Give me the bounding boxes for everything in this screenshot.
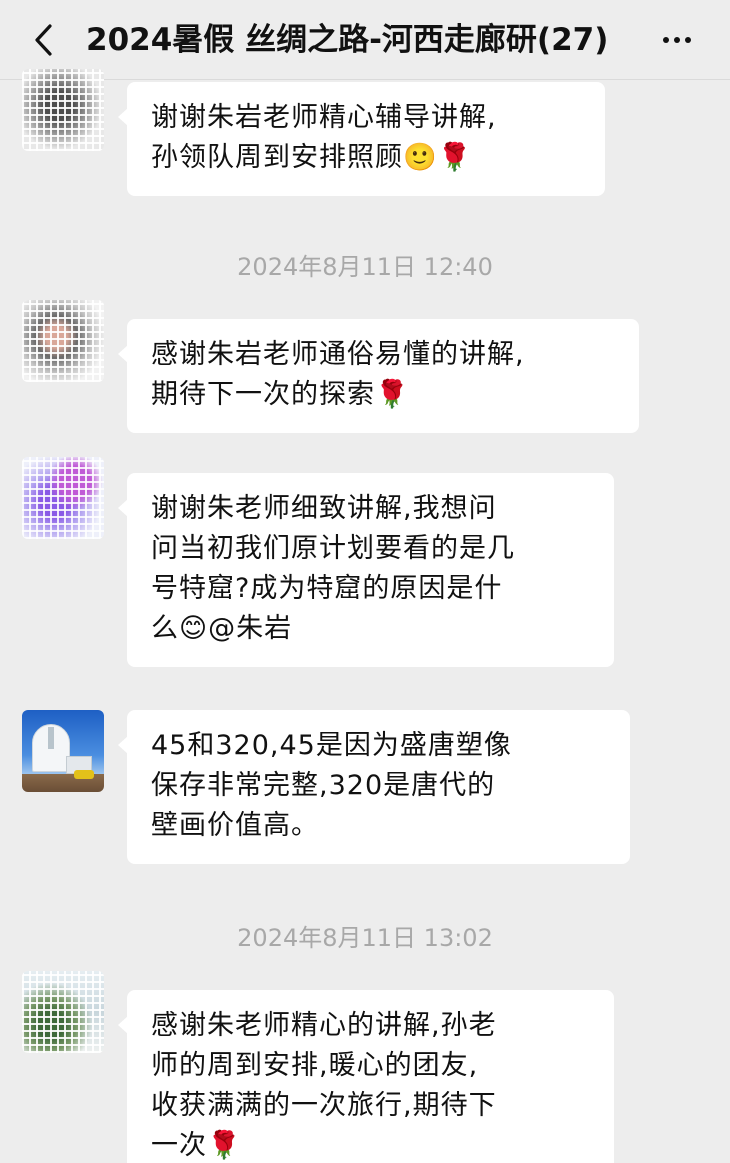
message-list[interactable]: 谢谢朱岩老师精心辅导讲解, 孙领队周到安排照顾🙂🌹 2024年8月11日 12:… xyxy=(0,69,730,1163)
blurred-avatar-image xyxy=(22,300,104,382)
message-timestamp: 2024年8月11日 13:02 xyxy=(237,924,493,952)
avatar[interactable] xyxy=(22,69,104,151)
avatar[interactable] xyxy=(22,300,104,382)
more-button[interactable] xyxy=(652,22,702,58)
message-bubble[interactable]: 感谢朱老师精心的讲解,孙老 师的周到安排,暖心的团友, 收获满满的一次旅行,期待… xyxy=(118,990,614,1163)
avatar[interactable] xyxy=(22,710,104,792)
blurred-avatar-image xyxy=(22,971,104,1053)
chat-header: 2024暑假 丝绸之路-河西走廊研(27) xyxy=(0,0,730,80)
message-bubble[interactable]: 谢谢朱老师细致讲解,我想问 问当初我们原计划要看的是几 号特窟?成为特窟的原因是… xyxy=(118,473,614,667)
blurred-avatar-image xyxy=(22,457,104,539)
message-timestamp: 2024年8月11日 12:40 xyxy=(237,253,493,281)
observatory-avatar-image xyxy=(22,710,104,792)
more-dots-icon xyxy=(663,37,669,43)
back-button[interactable] xyxy=(28,22,58,58)
message-bubble[interactable]: 谢谢朱岩老师精心辅导讲解, 孙领队周到安排照顾🙂🌹 xyxy=(118,82,605,196)
message-bubble[interactable]: 感谢朱岩老师通俗易懂的讲解, 期待下一次的探索🌹 xyxy=(118,319,639,433)
chevron-left-icon xyxy=(35,24,52,56)
blurred-avatar-image xyxy=(22,69,104,151)
avatar[interactable] xyxy=(22,971,104,1053)
avatar[interactable] xyxy=(22,457,104,539)
message-bubble[interactable]: 45和320,45是因为盛唐塑像 保存非常完整,320是唐代的 壁画价值高。 xyxy=(118,710,630,864)
chat-title: 2024暑假 丝绸之路-河西走廊研(27) xyxy=(86,22,609,58)
